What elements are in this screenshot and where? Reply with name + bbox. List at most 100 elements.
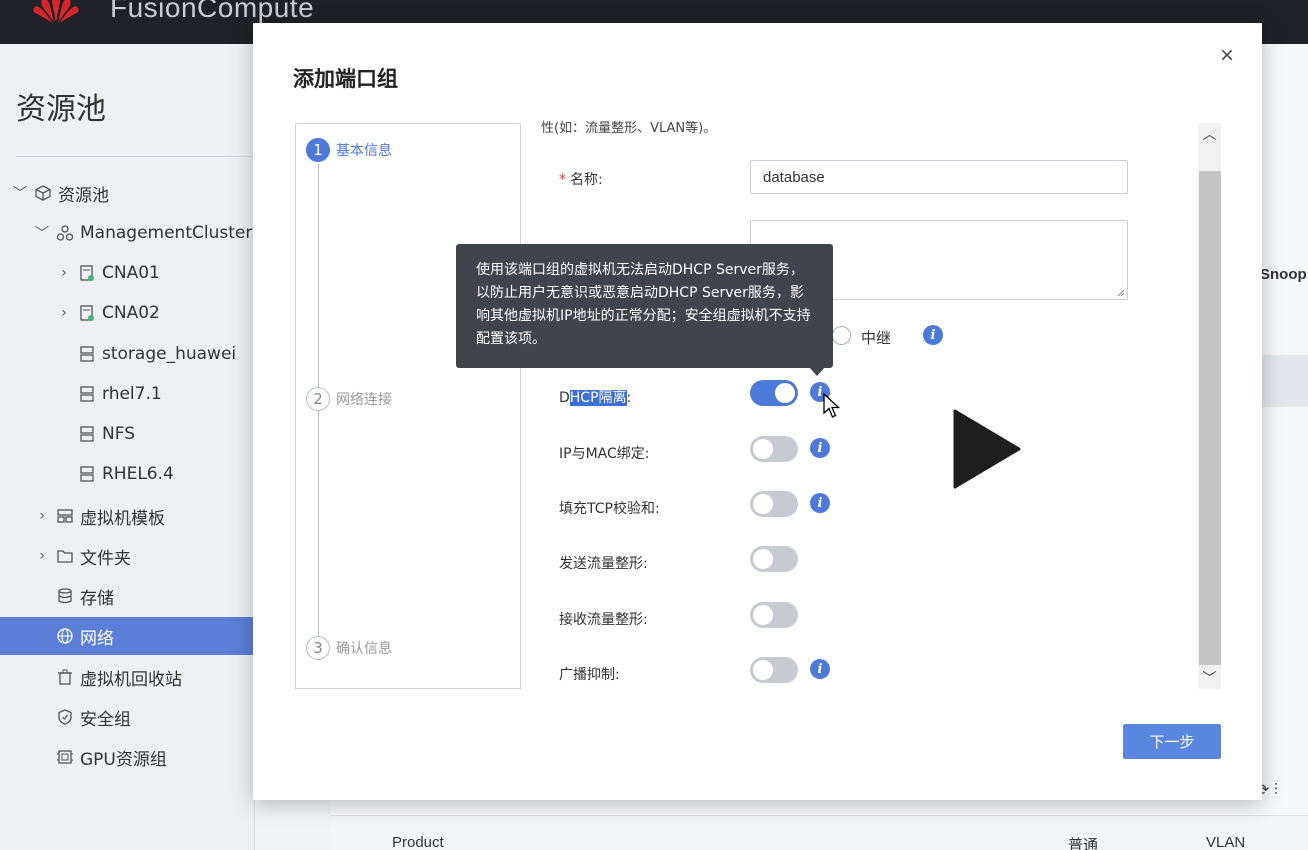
play-icon[interactable] (953, 409, 1023, 489)
datastore-icon (78, 385, 96, 403)
datastore-icon (78, 465, 96, 483)
tree-item-network[interactable]: 网络 (0, 617, 255, 655)
scroll-down-icon[interactable]: ﹀ (1198, 667, 1221, 689)
receive-shaping-toggle[interactable] (750, 602, 798, 628)
template-icon (56, 507, 74, 525)
tree-item-vm-recycle-bin[interactable]: 虚拟机回收站 (0, 658, 255, 696)
table-footer-row (330, 815, 1308, 850)
scrollbar-thumb[interactable] (1199, 171, 1221, 665)
tree-item-cna01[interactable]: › CNA01 (0, 254, 255, 292)
step-network-connection[interactable]: 2 网络连接 (306, 387, 392, 411)
recycle-icon (56, 668, 74, 686)
ip-mac-binding-toggle[interactable] (750, 436, 798, 462)
tree-item-label: GPU资源组 (80, 749, 167, 770)
tree-item-nfs[interactable]: NFS (0, 415, 255, 453)
close-icon[interactable]: × (1214, 43, 1240, 69)
cell-vlan: VLAN (1206, 834, 1246, 850)
add-port-group-dialog: 添加端口组 × 1 基本信息 2 网络连接 3 确认信息 性(如：流量整形、VL… (253, 23, 1262, 800)
chevron-down-icon[interactable]: ﹀ (34, 223, 50, 243)
tree-item-vm-templates[interactable]: › 虚拟机模板 (0, 497, 255, 535)
host-icon (78, 304, 96, 322)
datastore-icon (78, 345, 96, 363)
mouse-cursor-icon (823, 393, 841, 418)
name-label: * 名称: (559, 169, 603, 189)
tree-item-label: 网络 (80, 628, 114, 649)
radio-trunk-label: 中继 (861, 329, 892, 347)
tree-item-storage-huawei[interactable]: storage_huawei (0, 335, 255, 373)
toggle-knob (753, 439, 773, 459)
name-label-text: 名称: (570, 172, 603, 188)
chevron-right-icon[interactable]: › (34, 548, 50, 564)
next-step-button[interactable]: 下一步 (1123, 724, 1221, 759)
cell-putong: 普通 (1068, 837, 1099, 850)
tooltip-arrow (809, 367, 825, 376)
tree-item-security-group[interactable]: 安全组 (0, 698, 255, 736)
tcp-checksum-toggle[interactable] (750, 491, 798, 517)
tree-item-management-cluster[interactable]: ﹀ ManagementCluster (0, 214, 255, 252)
radio-trunk[interactable] (832, 326, 851, 345)
dhcp-isolation-label: DHCP隔离: (559, 387, 631, 407)
tree-item-gpu-resource-group[interactable]: GPU资源组 (0, 738, 255, 776)
step-number: 1 (306, 138, 330, 162)
tree-item-label: CNA02 (102, 303, 160, 323)
toggle-knob (775, 383, 795, 403)
tcp-checksum-label: 填充TCP校验和: (559, 501, 660, 517)
broadcast-suppression-toggle[interactable] (750, 657, 798, 683)
name-input[interactable] (750, 160, 1128, 194)
tree-item-label: NFS (102, 424, 135, 444)
dhcp-isolation-toggle[interactable] (750, 380, 798, 406)
info-icon[interactable]: i (810, 493, 830, 513)
gpu-icon (56, 748, 74, 766)
info-icon[interactable]: i (923, 325, 943, 345)
broadcast-suppression-label: 广播抑制: (559, 667, 620, 683)
step-label: 确认信息 (336, 641, 392, 657)
chevron-down-icon[interactable]: ﹀ (12, 183, 28, 203)
required-marker: * (559, 172, 566, 188)
toggle-knob (753, 549, 773, 569)
tree-item-label: 安全组 (80, 709, 131, 730)
ip-mac-binding-label: IP与MAC绑定: (559, 446, 650, 462)
divider (16, 156, 256, 157)
tree-item-storage[interactable]: 存储 (0, 577, 255, 615)
scroll-up-icon[interactable]: ︿ (1198, 123, 1221, 145)
form-intro-text: 性(如：流量整形、VLAN等)。 (541, 121, 717, 136)
step-confirm-info[interactable]: 3 确认信息 (306, 636, 392, 660)
toggle-knob (753, 605, 773, 625)
tree-item-label: ManagementCluster (80, 223, 253, 243)
tree-item-label: 文件夹 (80, 548, 131, 569)
dhcp-isolation-tooltip: 使用该端口组的虚拟机无法启动DHCP Server服务，以防止用户无意识或恶意启… (456, 244, 833, 368)
host-icon (78, 264, 96, 282)
tree-item-resource-pool[interactable]: ﹀ 资源池 (0, 174, 255, 212)
receive-shaping-label: 接收流量整形: (559, 612, 648, 628)
resize-handle-icon[interactable] (1115, 287, 1125, 297)
dhcp-label-suffix: : (626, 390, 632, 406)
wizard-steps: 1 基本信息 2 网络连接 3 确认信息 (295, 123, 521, 689)
step-basic-info[interactable]: 1 基本信息 (306, 138, 392, 162)
step-label: 网络连接 (336, 392, 392, 408)
tree-item-label: 资源池 (58, 185, 109, 206)
tree-item-label: 虚拟机模板 (80, 508, 165, 529)
folder-icon (56, 547, 74, 565)
tree-item-rhel64[interactable]: RHEL6.4 (0, 455, 255, 493)
tree-item-label: 存储 (80, 588, 114, 609)
tree-item-folder[interactable]: › 文件夹 (0, 537, 255, 575)
send-shaping-toggle[interactable] (750, 546, 798, 572)
send-shaping-label: 发送流量整形: (559, 556, 648, 572)
chevron-right-icon[interactable]: › (34, 508, 50, 524)
tree-item-rhel71[interactable]: rhel7.1 (0, 375, 255, 413)
info-icon[interactable]: i (810, 438, 830, 458)
chevron-right-icon[interactable]: › (56, 305, 72, 321)
huawei-logo (33, 0, 79, 23)
chevron-right-icon[interactable]: › (56, 265, 72, 281)
highlighted-row (1260, 355, 1308, 407)
info-icon[interactable]: i (810, 659, 830, 679)
tree-item-label: storage_huawei (102, 344, 237, 364)
column-header-snoop: Snoop (1260, 266, 1307, 283)
cube-icon (34, 184, 52, 202)
app-brand: FusionCompute (110, 0, 315, 23)
tree-item-cna02[interactable]: › CNA02 (0, 294, 255, 332)
sidebar-title: 资源池 (16, 92, 106, 127)
shield-icon (56, 708, 74, 726)
step-number: 2 (306, 387, 330, 411)
tree-item-label: RHEL6.4 (102, 464, 174, 484)
